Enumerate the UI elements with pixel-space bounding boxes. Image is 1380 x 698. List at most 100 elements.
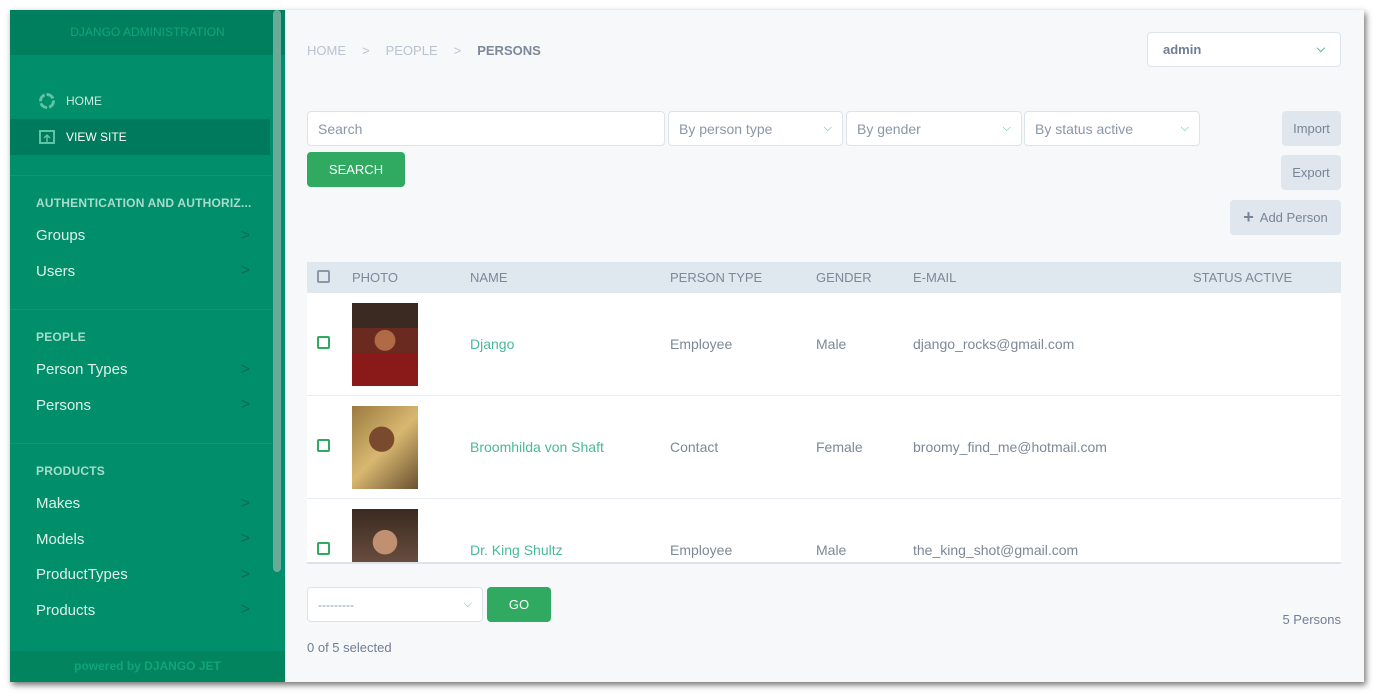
chevron-down-icon: ⌵ xyxy=(1316,43,1325,55)
filter-person-type[interactable]: By person type ⌵ xyxy=(668,111,843,146)
sidebar: DJANGO ADMINISTRATION HOME VIEW SITE AUT… xyxy=(10,10,285,682)
chevron-down-icon: ⌵ xyxy=(823,122,832,134)
result-count: 5 Persons xyxy=(1282,612,1341,627)
view-site-icon xyxy=(39,130,55,144)
chevron-down-icon: ⌵ xyxy=(1002,122,1011,134)
breadcrumb-people[interactable]: PEOPLE xyxy=(386,43,438,58)
section-title: PEOPLE xyxy=(36,330,86,344)
chevron-right-icon: > xyxy=(362,43,370,58)
table-row: Broomhilda von Shaft Contact Female broo… xyxy=(307,396,1341,499)
chevron-right-icon: > xyxy=(240,396,250,414)
chevron-right-icon: > xyxy=(453,43,462,58)
nav-view-site-label: VIEW SITE xyxy=(66,130,127,144)
sidebar-item-groups[interactable]: Groups > xyxy=(10,218,272,254)
chevron-right-icon: > xyxy=(240,530,250,548)
person-name-link[interactable]: Broomhilda von Shaft xyxy=(470,439,670,455)
section-products: PRODUCTS Makes > Models > ProductTypes > Pr… xyxy=(10,443,272,628)
row-checkbox[interactable] xyxy=(317,336,330,349)
import-button[interactable]: Import xyxy=(1282,111,1341,146)
brand-title: DJANGO ADMINISTRATION xyxy=(10,10,285,55)
person-photo xyxy=(352,508,418,562)
label: --------- xyxy=(318,597,354,612)
bulk-action-select[interactable]: --------- ⌵ xyxy=(307,587,483,622)
person-name-link[interactable]: Dr. King Shultz xyxy=(470,542,670,558)
label: Products xyxy=(36,601,96,619)
person-photo xyxy=(352,405,418,489)
chevron-right-icon: > xyxy=(240,360,250,378)
export-button[interactable]: Export xyxy=(1281,155,1341,190)
email: django_rocks@gmail.com xyxy=(913,336,1075,352)
sidebar-item-models[interactable]: Models > xyxy=(10,522,272,558)
email: the_king_shot@gmail.com xyxy=(913,542,1079,558)
chevron-right-icon: > xyxy=(240,494,250,512)
nav-home-label: HOME xyxy=(66,94,102,108)
search-input[interactable]: Search xyxy=(307,111,665,146)
go-button[interactable]: GO xyxy=(487,587,551,622)
filter-status-active[interactable]: By status active ⌵ xyxy=(1024,111,1200,146)
nav-home[interactable]: HOME xyxy=(10,83,285,119)
filter-gender[interactable]: By gender ⌵ xyxy=(846,111,1022,146)
label: Models xyxy=(36,530,85,548)
chevron-right-icon: > xyxy=(240,226,250,244)
table-row: Django Employee Male django_rocks@gmail.… xyxy=(307,293,1341,396)
sidebar-item-person-types[interactable]: Person Types > xyxy=(10,352,272,388)
main-content: HOME > PEOPLE > PERSONS admin ⌵ Search By p… xyxy=(285,10,1364,682)
header-person-type[interactable]: PERSON TYPE xyxy=(670,270,816,285)
label: Person Types xyxy=(36,361,128,379)
header-status-active[interactable]: STATUS ACTIVE xyxy=(1193,270,1341,285)
person-name-link[interactable]: Django xyxy=(470,336,670,352)
label: Makes xyxy=(36,495,81,513)
sidebar-item-persons[interactable]: Persons > xyxy=(10,388,272,424)
plus-icon: + xyxy=(1243,207,1254,227)
person-type: Contact xyxy=(670,439,719,455)
breadcrumb: HOME > PEOPLE > PERSONS xyxy=(307,43,541,58)
label: Persons xyxy=(36,396,92,414)
row-checkbox[interactable] xyxy=(317,542,330,555)
header-photo[interactable]: PHOTO xyxy=(352,270,470,285)
breadcrumb-current: PERSONS xyxy=(477,43,541,58)
nav-view-site[interactable]: VIEW SITE xyxy=(10,119,270,155)
header-gender[interactable]: GENDER xyxy=(816,270,913,285)
gender: Male xyxy=(816,542,847,558)
label: By status active xyxy=(1035,120,1134,137)
search-placeholder: Search xyxy=(318,120,363,137)
window: DJANGO ADMINISTRATION HOME VIEW SITE AUT… xyxy=(10,10,1364,682)
sidebar-scrollbar[interactable] xyxy=(273,10,281,572)
table-header: PHOTO NAME PERSON TYPE GENDER E-MAIL STA… xyxy=(307,262,1341,293)
chevron-right-icon: > xyxy=(240,262,250,280)
row-checkbox[interactable] xyxy=(317,439,330,452)
add-person-button[interactable]: + Add Person xyxy=(1230,200,1341,235)
sidebar-item-producttypes[interactable]: ProductTypes > xyxy=(10,557,272,593)
person-photo xyxy=(352,302,418,386)
select-all-checkbox[interactable] xyxy=(317,269,330,283)
gender: Female xyxy=(816,439,863,455)
person-type: Employee xyxy=(670,542,733,558)
sidebar-item-products[interactable]: Products > xyxy=(10,593,272,629)
label: By person type xyxy=(679,120,773,137)
label: ProductTypes xyxy=(36,566,128,584)
header-name[interactable]: NAME xyxy=(470,270,670,285)
breadcrumb-home[interactable]: HOME xyxy=(307,43,346,58)
section-title: PRODUCTS xyxy=(36,464,105,478)
results-table: PHOTO NAME PERSON TYPE GENDER E-MAIL STA… xyxy=(307,262,1341,564)
label: Groups xyxy=(36,227,86,245)
chevron-right-icon: > xyxy=(240,601,250,619)
username: admin xyxy=(1163,42,1202,57)
section-people: PEOPLE Person Types > Persons > xyxy=(10,309,272,423)
home-icon xyxy=(39,93,55,109)
sidebar-item-users[interactable]: Users > xyxy=(10,254,272,290)
sidebar-item-makes[interactable]: Makes > xyxy=(10,486,272,522)
selected-count: 0 of 5 selected xyxy=(307,640,392,655)
header-email[interactable]: E-MAIL xyxy=(913,270,1193,285)
user-menu[interactable]: admin ⌵ xyxy=(1147,32,1341,67)
label: Users xyxy=(36,262,76,280)
table-row: Dr. King Shultz Employee Male the_king_s… xyxy=(307,499,1341,562)
section-auth: AUTHENTICATION AND AUTHORIZ... Groups > U… xyxy=(10,175,272,289)
person-type: Employee xyxy=(670,336,733,352)
email: broomy_find_me@hotmail.com xyxy=(913,439,1107,455)
search-button[interactable]: SEARCH xyxy=(307,152,405,187)
section-title: AUTHENTICATION AND AUTHORIZ... xyxy=(36,196,252,210)
label: By gender xyxy=(857,120,921,137)
label: Add Person xyxy=(1259,210,1328,225)
chevron-down-icon: ⌵ xyxy=(1180,122,1189,134)
